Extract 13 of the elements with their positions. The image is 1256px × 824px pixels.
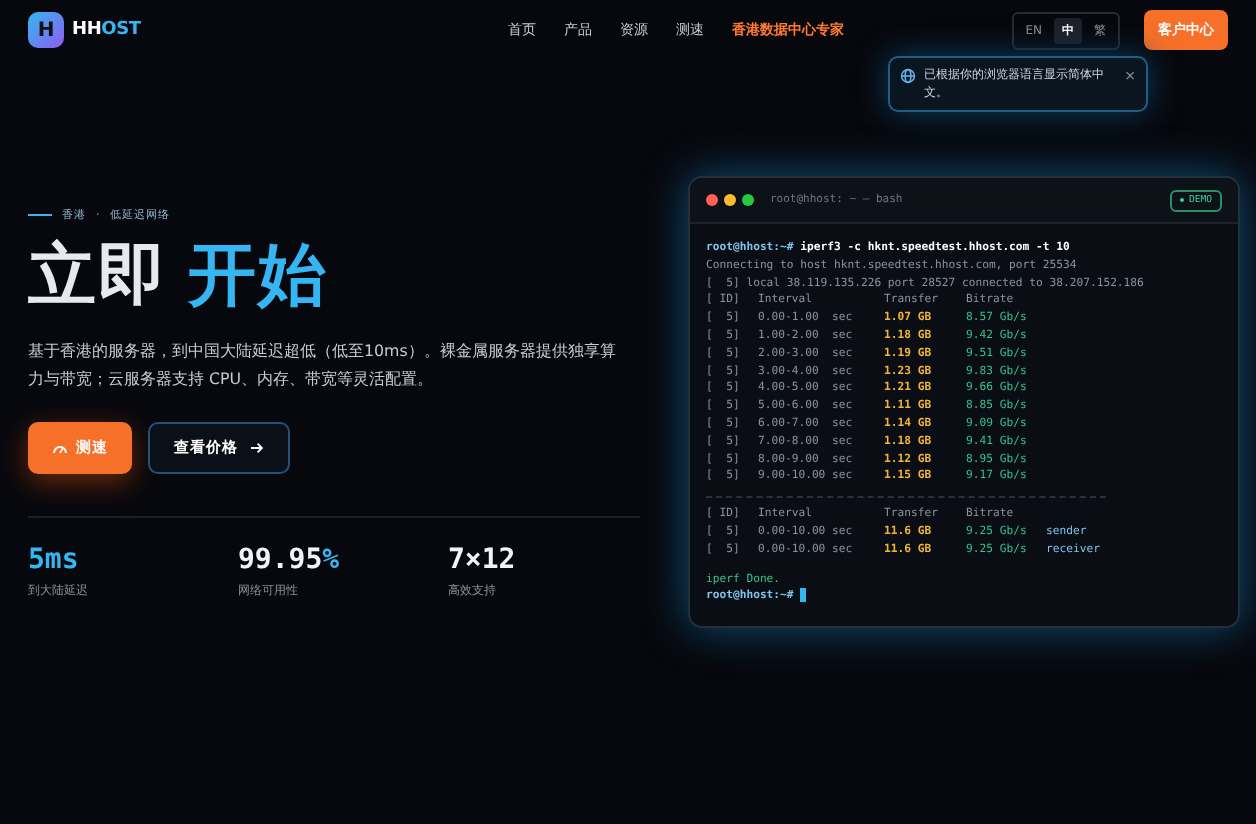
hero-title: 立即 [28, 234, 168, 320]
arrow-right-icon [250, 442, 264, 454]
gauge-icon [52, 442, 68, 454]
minimize-dot-icon[interactable] [724, 194, 736, 206]
close-dot-icon[interactable] [706, 194, 718, 206]
hero-title-accent: 开始 [188, 234, 328, 320]
stat-value: 7×12 [448, 544, 518, 576]
globe-icon [900, 68, 916, 84]
brand-name[interactable]: HHOST [72, 20, 141, 40]
stat-value: 99.95% [238, 544, 342, 576]
logo-mark[interactable]: H [28, 12, 64, 48]
stat-value: 5ms [28, 544, 81, 576]
maximize-dot-icon[interactable] [742, 194, 754, 206]
